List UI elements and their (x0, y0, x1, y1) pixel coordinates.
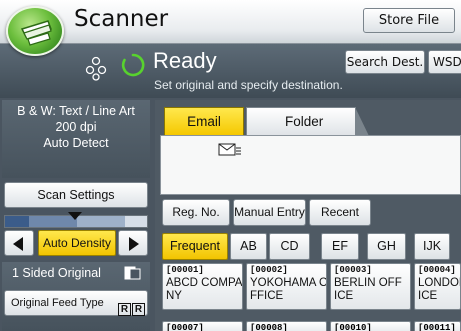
reg-no-button[interactable]: Reg. No. (162, 199, 230, 226)
search-dest-button[interactable]: Search Dest. (345, 50, 425, 74)
density-seg (77, 216, 125, 227)
email-envelope-icon (218, 143, 241, 156)
feed-orientation-icon: R (118, 303, 131, 316)
entry-name-line1: YOKOHAMA O (250, 277, 327, 289)
machine-status-icon (85, 56, 107, 81)
tab-folder[interactable]: Folder (246, 107, 369, 136)
original-sided-text[interactable]: 1 Sided Original (12, 266, 101, 280)
destination-entry[interactable]: [00001] ABCD COMPA NY (162, 263, 243, 310)
density-lighter-button[interactable] (4, 230, 34, 256)
destination-entry[interactable]: [00010] (330, 321, 411, 331)
entry-name-line1: LONDON (418, 277, 460, 289)
status-text: Ready (153, 48, 217, 73)
scanner-app-icon (6, 6, 64, 56)
arrow-left-icon (13, 237, 23, 251)
tab-ab[interactable]: AB (230, 233, 267, 260)
entry-number: [00010] (334, 323, 372, 331)
entry-name-line2: ICE (334, 290, 354, 302)
wsd-button[interactable]: WSD (428, 50, 461, 74)
auto-density-button[interactable]: Auto Density (38, 230, 116, 256)
scan-size-text: Auto Detect (43, 136, 109, 150)
entry-name-line1: BERLIN OFF (334, 277, 402, 289)
entry-name-line2: FFICE (250, 290, 284, 302)
entry-number: [00004] (418, 265, 456, 275)
entry-number: [00007] (166, 323, 204, 331)
original-sided-icon (124, 266, 141, 280)
destination-panel[interactable] (160, 135, 461, 195)
entry-name-line2: NY (166, 290, 182, 302)
density-darker-button[interactable] (118, 230, 148, 256)
tab-ijk[interactable]: IJK (414, 233, 450, 260)
entry-number: [00002] (250, 265, 288, 275)
tab-gh[interactable]: GH (367, 233, 406, 260)
tab-ef[interactable]: EF (321, 233, 359, 260)
entry-number: [00011] (418, 323, 456, 331)
scanner-glyph-icon (20, 20, 52, 46)
recent-button[interactable]: Recent (309, 199, 371, 226)
destination-entry[interactable]: [00003] BERLIN OFF ICE (330, 263, 411, 310)
density-seg (5, 216, 29, 227)
manual-entry-button[interactable]: Manual Entry (233, 199, 306, 226)
feed-orientation-icon: R (132, 303, 145, 316)
entry-name-line1: ABCD COMPA (166, 277, 243, 289)
status-message: Set original and specify destination. (154, 78, 343, 92)
tab-cd[interactable]: CD (269, 233, 310, 260)
destination-entry[interactable]: [00007] (162, 321, 243, 331)
tab-frequent[interactable]: Frequent (162, 233, 228, 260)
resolution-text: 200 dpi (55, 120, 97, 134)
density-seg (125, 216, 147, 227)
destination-entry[interactable]: [00011] (414, 321, 461, 331)
entry-number: [00001] (166, 265, 204, 275)
scan-mode-text: B & W: Text / Line Art (17, 104, 135, 118)
feed-orientation-icons: RR (118, 297, 146, 321)
app-title: Scanner (74, 6, 169, 32)
store-file-button[interactable]: Store File (363, 8, 455, 33)
entry-number: [00003] (334, 265, 372, 275)
ready-circle-icon (121, 53, 145, 77)
tab-email[interactable]: Email (164, 107, 244, 135)
original-feed-type-button[interactable]: Original Feed Type RR (4, 290, 148, 316)
entry-name-line2: ICE (418, 290, 438, 302)
scan-settings-summary: B & W: Text / Line Art 200 dpi Auto Dete… (2, 100, 150, 178)
scan-settings-button[interactable]: Scan Settings (4, 182, 148, 208)
arrow-right-icon (129, 237, 139, 251)
density-pointer-icon (68, 212, 82, 220)
entry-number: [00008] (250, 323, 288, 331)
destination-entry[interactable]: [00008] (246, 321, 327, 331)
feed-type-label: Original Feed Type (11, 297, 104, 309)
destination-entry[interactable]: [00004] LONDON ICE (414, 263, 461, 310)
destination-entry[interactable]: [00002] YOKOHAMA O FFICE (246, 263, 327, 310)
